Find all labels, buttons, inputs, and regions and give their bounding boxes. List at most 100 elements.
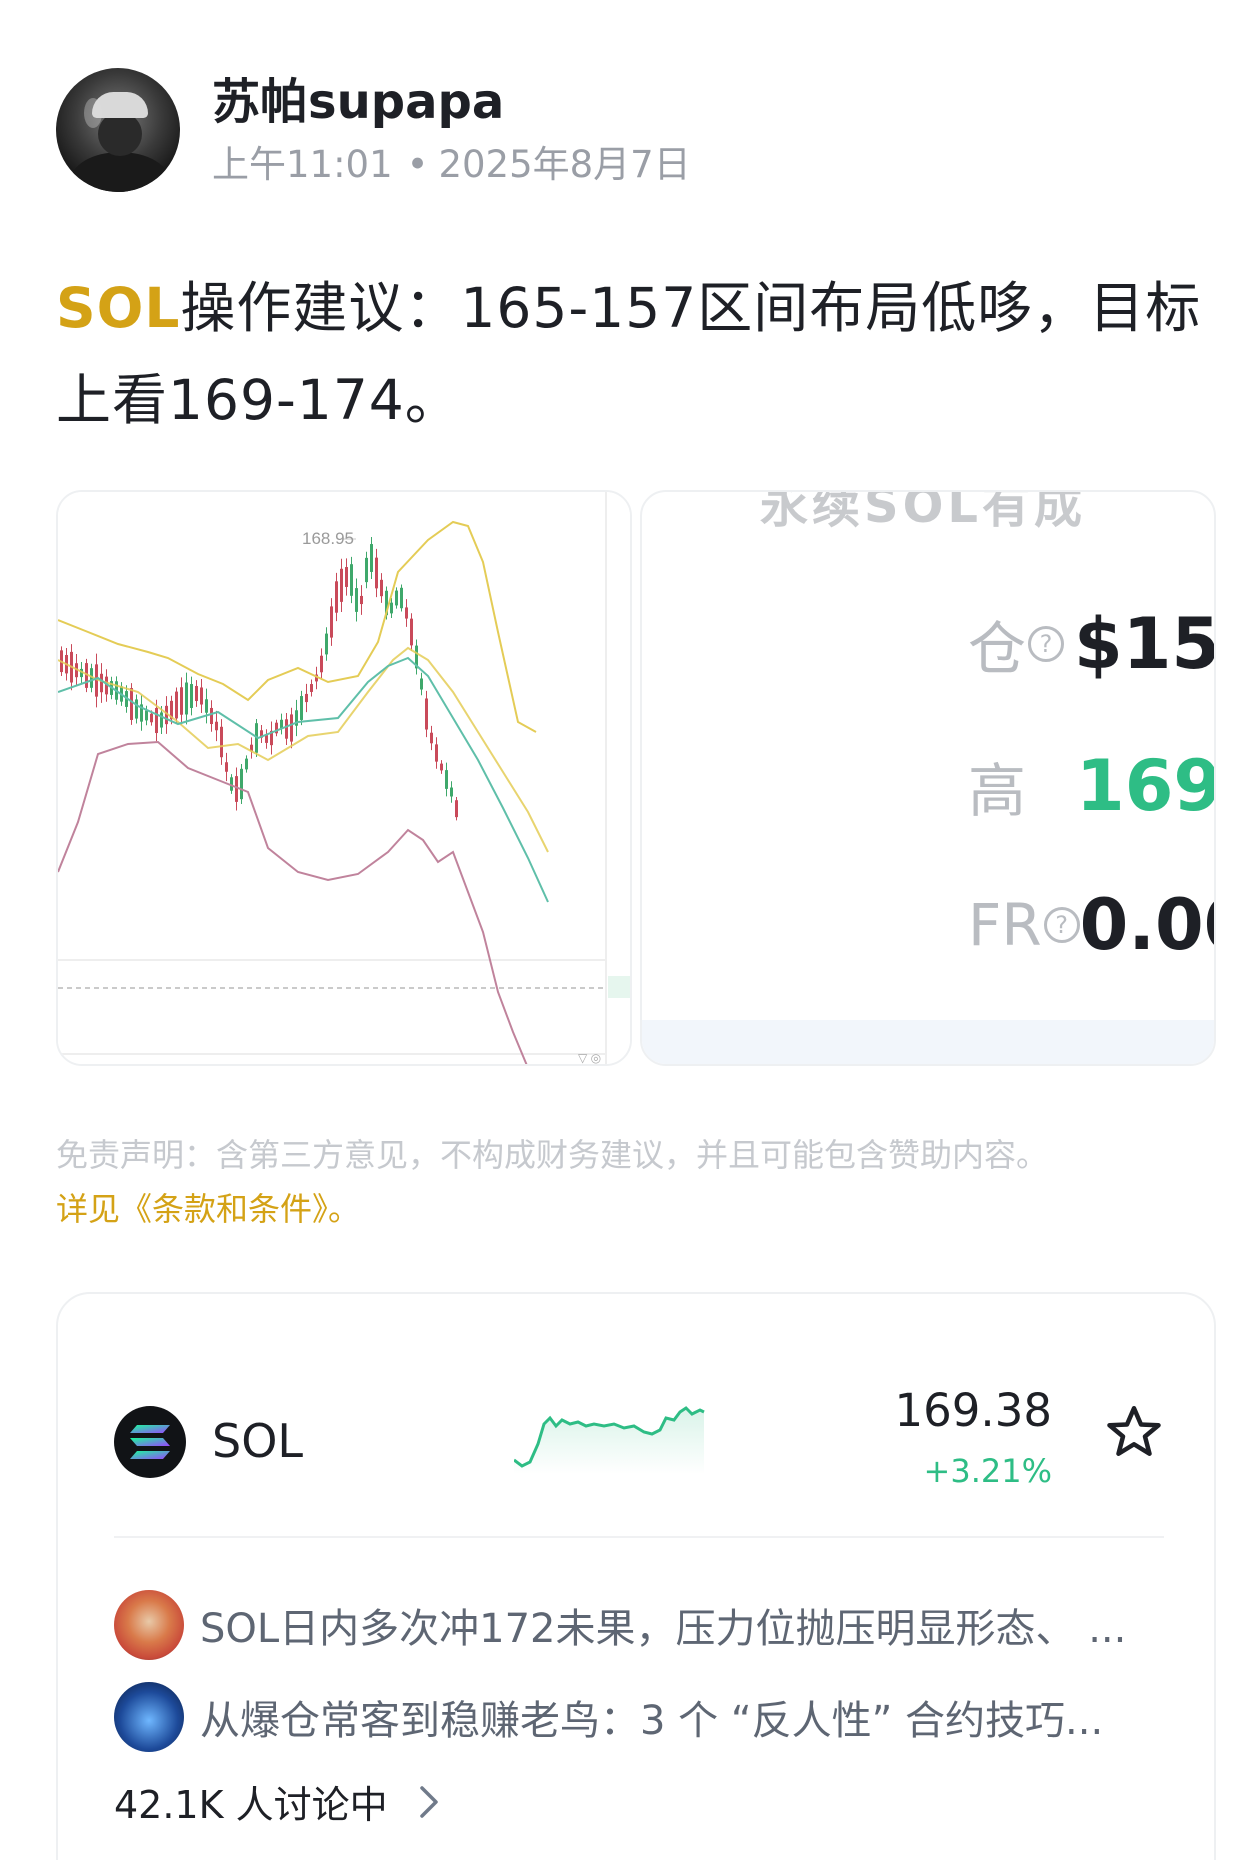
candle-body xyxy=(405,607,408,619)
coin-ticker-row[interactable]: SOL 169.38 +3.21% xyxy=(114,1384,1164,1504)
news-item[interactable]: 从爆仓常客到稳赚老鸟：3 个 “反人性” 合约技巧... xyxy=(114,1682,1164,1752)
candle-body xyxy=(145,710,148,721)
discussion-count: 42.1K 人讨论中 xyxy=(114,1783,388,1827)
candle-body xyxy=(200,687,203,705)
funding-label: FR xyxy=(968,891,1042,959)
candle-body xyxy=(380,579,383,597)
coin-card: SOL 169.38 +3.21% SOL日内多次冲172未果，压力位抛压明显形… xyxy=(56,1292,1216,1860)
discussion-link[interactable]: 42.1K 人讨论中 xyxy=(114,1774,440,1829)
candle-body xyxy=(285,719,288,739)
candlestick-chart: 168.95 ▽ ◎ xyxy=(58,492,630,1065)
post-timestamp: 上午11:01 • 2025年8月7日 xyxy=(212,142,691,188)
candle-body xyxy=(440,763,443,771)
news-author-avatar xyxy=(114,1682,184,1752)
candle-body xyxy=(445,770,448,789)
candle-body xyxy=(455,800,458,818)
candle-body xyxy=(345,567,348,587)
coin-tag[interactable]: SOL xyxy=(56,276,180,340)
candle-body xyxy=(395,590,398,606)
candle-body xyxy=(350,564,353,596)
candle-body xyxy=(390,602,393,614)
post-header: 苏帕supapa 上午11:01 • 2025年8月7日 xyxy=(56,66,691,194)
candle-body xyxy=(410,618,413,646)
candle-body xyxy=(360,595,363,605)
candle-body xyxy=(205,699,208,713)
candle-body xyxy=(180,687,183,715)
candle-body xyxy=(240,768,243,800)
candle-body xyxy=(215,721,218,731)
panel-heading-cut: 永续SOL有成 xyxy=(760,490,1086,534)
candle-body xyxy=(150,713,153,723)
candle-body xyxy=(430,732,433,744)
candle-body xyxy=(305,693,308,703)
candle-body xyxy=(280,719,283,729)
position-label: 仓 xyxy=(968,615,1027,683)
post-text: 操作建议：165-157区间布局低哆，目标上看169-174。 xyxy=(56,276,1202,432)
candle-body xyxy=(420,678,423,690)
candle-body xyxy=(400,587,403,609)
news-title: SOL日内多次冲172未果，压力位抛压明显形态、 ... xyxy=(200,1606,1127,1652)
help-icon[interactable]: ? xyxy=(1028,626,1065,662)
candle-body xyxy=(290,714,293,742)
candle-body xyxy=(195,685,198,702)
panel-row-funding: FR ? 0.009 xyxy=(968,884,1214,966)
candle-body xyxy=(175,691,178,719)
coin-change: +3.21% xyxy=(923,1452,1052,1490)
sol-logo-icon xyxy=(114,1406,186,1478)
candle-body xyxy=(355,588,358,612)
high-value: 169.8 xyxy=(1076,745,1214,827)
candle-body xyxy=(155,707,158,734)
meta-separator: • xyxy=(406,143,429,186)
candle-body xyxy=(135,699,138,719)
candle-body xyxy=(335,581,338,613)
chevron-right-icon xyxy=(419,1785,438,1818)
candle-body xyxy=(210,707,213,725)
candle-body xyxy=(320,655,323,673)
news-author-avatar xyxy=(114,1590,184,1660)
candle-body xyxy=(225,762,228,772)
candle-body xyxy=(435,744,438,762)
candle-body xyxy=(160,712,163,728)
candle-body xyxy=(245,758,248,770)
price-sparkline xyxy=(514,1406,705,1474)
author-name[interactable]: 苏帕supapa xyxy=(212,72,691,132)
chart-image[interactable]: 168.95 ▽ ◎ xyxy=(56,490,632,1066)
favorite-star-icon[interactable] xyxy=(1104,1402,1164,1462)
disclaimer-text: 免责声明：含第三方意见，不构成财务建议，并且可能包含赞助内容。 xyxy=(56,1136,1049,1174)
chart-price-label: 168.95 xyxy=(302,529,354,548)
post-time: 上午11:01 xyxy=(212,143,393,186)
svg-text:▽ ◎: ▽ ◎ xyxy=(578,1051,601,1065)
disclaimer: 免责声明：含第三方意见，不构成财务建议，并且可能包含赞助内容。 详见《条款和条件… xyxy=(56,1128,1206,1236)
candle-body xyxy=(310,684,313,692)
coin-symbol: SOL xyxy=(212,1414,304,1468)
candle-body xyxy=(300,696,303,720)
candle-body xyxy=(220,726,223,758)
author-avatar[interactable] xyxy=(56,68,180,192)
news-item[interactable]: SOL日内多次冲172未果，压力位抛压明显形态、 ... xyxy=(114,1590,1164,1660)
candle-body xyxy=(190,684,193,708)
terms-link[interactable]: 详见《条款和条件》。 xyxy=(56,1182,1206,1236)
candle-body xyxy=(340,568,343,602)
info-panel-image[interactable]: 永续SOL有成 仓 ? $15.0 高 169.8 FR ? 0.009 xyxy=(640,490,1216,1066)
funding-value: 0.009 xyxy=(1079,884,1214,966)
candle-body xyxy=(325,633,328,655)
candle-body xyxy=(235,776,238,802)
candle-body xyxy=(100,673,103,693)
candle-body xyxy=(130,688,133,720)
panel-bottom-band xyxy=(642,1020,1214,1064)
coin-price: 169.38 xyxy=(894,1384,1052,1437)
news-title: 从爆仓常客到稳赚老鸟：3 个 “反人性” 合约技巧... xyxy=(200,1698,1104,1744)
post-date: 2025年8月7日 xyxy=(438,143,691,186)
panel-row-position: 仓 ? $15.0 xyxy=(968,602,1216,686)
help-icon[interactable]: ? xyxy=(1043,907,1080,943)
panel-row-high: 高 169.8 xyxy=(968,744,1214,828)
divider xyxy=(114,1536,1164,1538)
candle-body xyxy=(265,735,268,743)
post-body: SOL操作建议：165-157区间布局低哆，目标上看169-174。 xyxy=(56,262,1206,446)
position-value: $15.0 xyxy=(1074,603,1216,685)
author-info: 苏帕supapa 上午11:01 • 2025年8月7日 xyxy=(212,72,691,188)
candle-body xyxy=(185,682,188,715)
candle-body xyxy=(425,698,428,730)
candle-body xyxy=(370,544,373,572)
candle-body xyxy=(330,606,333,638)
